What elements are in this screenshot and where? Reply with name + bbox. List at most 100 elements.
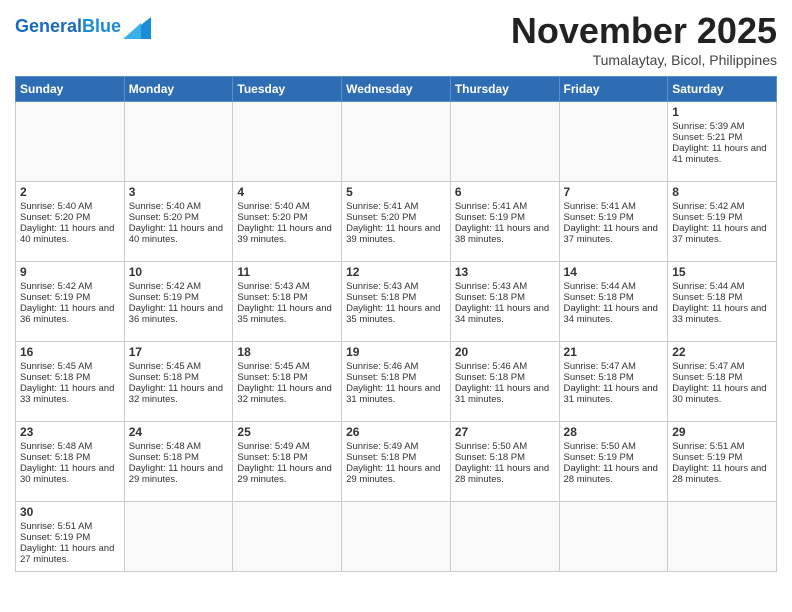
daylight-text: Daylight: 11 hours and 31 minutes. xyxy=(346,383,446,405)
calendar-week-row: 23Sunrise: 5:48 AMSunset: 5:18 PMDayligh… xyxy=(16,422,777,502)
weekday-header: Wednesday xyxy=(342,77,451,102)
sunrise-text: Sunrise: 5:45 AM xyxy=(129,361,229,372)
daylight-text: Daylight: 11 hours and 29 minutes. xyxy=(129,463,229,485)
sunrise-text: Sunrise: 5:44 AM xyxy=(672,281,772,292)
daylight-text: Daylight: 11 hours and 40 minutes. xyxy=(20,223,120,245)
day-number: 6 xyxy=(455,185,555,199)
daylight-text: Daylight: 11 hours and 31 minutes. xyxy=(564,383,664,405)
sunrise-text: Sunrise: 5:50 AM xyxy=(455,441,555,452)
weekday-header: Tuesday xyxy=(233,77,342,102)
daylight-text: Daylight: 11 hours and 35 minutes. xyxy=(237,303,337,325)
sunset-text: Sunset: 5:18 PM xyxy=(129,452,229,463)
day-number: 9 xyxy=(20,265,120,279)
day-number: 5 xyxy=(346,185,446,199)
daylight-text: Daylight: 11 hours and 39 minutes. xyxy=(237,223,337,245)
logo-icon xyxy=(123,17,151,39)
calendar-cell: 1Sunrise: 5:39 AMSunset: 5:21 PMDaylight… xyxy=(668,102,777,182)
sunrise-text: Sunrise: 5:48 AM xyxy=(20,441,120,452)
calendar-cell: 5Sunrise: 5:41 AMSunset: 5:20 PMDaylight… xyxy=(342,182,451,262)
daylight-text: Daylight: 11 hours and 27 minutes. xyxy=(20,543,120,565)
sunrise-text: Sunrise: 5:46 AM xyxy=(346,361,446,372)
day-number: 12 xyxy=(346,265,446,279)
daylight-text: Daylight: 11 hours and 36 minutes. xyxy=(20,303,120,325)
title-block: November 2025 Tumalaytay, Bicol, Philipp… xyxy=(511,10,777,68)
logo-text: GeneralBlue xyxy=(15,17,121,37)
calendar-cell: 26Sunrise: 5:49 AMSunset: 5:18 PMDayligh… xyxy=(342,422,451,502)
calendar-cell: 3Sunrise: 5:40 AMSunset: 5:20 PMDaylight… xyxy=(124,182,233,262)
calendar-cell: 11Sunrise: 5:43 AMSunset: 5:18 PMDayligh… xyxy=(233,262,342,342)
sunrise-text: Sunrise: 5:49 AM xyxy=(237,441,337,452)
calendar-cell: 15Sunrise: 5:44 AMSunset: 5:18 PMDayligh… xyxy=(668,262,777,342)
daylight-text: Daylight: 11 hours and 39 minutes. xyxy=(346,223,446,245)
daylight-text: Daylight: 11 hours and 29 minutes. xyxy=(346,463,446,485)
sunset-text: Sunset: 5:19 PM xyxy=(455,212,555,223)
day-number: 18 xyxy=(237,345,337,359)
day-number: 20 xyxy=(455,345,555,359)
sunset-text: Sunset: 5:18 PM xyxy=(672,372,772,383)
sunrise-text: Sunrise: 5:43 AM xyxy=(346,281,446,292)
location: Tumalaytay, Bicol, Philippines xyxy=(511,52,777,68)
calendar-cell: 6Sunrise: 5:41 AMSunset: 5:19 PMDaylight… xyxy=(450,182,559,262)
calendar-cell xyxy=(124,502,233,572)
daylight-text: Daylight: 11 hours and 30 minutes. xyxy=(20,463,120,485)
sunrise-text: Sunrise: 5:43 AM xyxy=(455,281,555,292)
day-number: 3 xyxy=(129,185,229,199)
sunrise-text: Sunrise: 5:47 AM xyxy=(672,361,772,372)
sunrise-text: Sunrise: 5:42 AM xyxy=(672,201,772,212)
calendar-cell xyxy=(668,502,777,572)
weekday-header: Thursday xyxy=(450,77,559,102)
calendar-week-row: 1Sunrise: 5:39 AMSunset: 5:21 PMDaylight… xyxy=(16,102,777,182)
calendar-cell: 8Sunrise: 5:42 AMSunset: 5:19 PMDaylight… xyxy=(668,182,777,262)
sunrise-text: Sunrise: 5:41 AM xyxy=(455,201,555,212)
sunrise-text: Sunrise: 5:41 AM xyxy=(564,201,664,212)
sunset-text: Sunset: 5:18 PM xyxy=(129,372,229,383)
sunrise-text: Sunrise: 5:45 AM xyxy=(237,361,337,372)
sunset-text: Sunset: 5:18 PM xyxy=(672,292,772,303)
daylight-text: Daylight: 11 hours and 40 minutes. xyxy=(129,223,229,245)
day-number: 11 xyxy=(237,265,337,279)
day-number: 22 xyxy=(672,345,772,359)
sunset-text: Sunset: 5:20 PM xyxy=(20,212,120,223)
day-number: 13 xyxy=(455,265,555,279)
logo-blue: Blue xyxy=(82,16,121,36)
day-number: 17 xyxy=(129,345,229,359)
calendar-cell: 13Sunrise: 5:43 AMSunset: 5:18 PMDayligh… xyxy=(450,262,559,342)
calendar-cell xyxy=(342,502,451,572)
calendar-cell xyxy=(559,502,668,572)
daylight-text: Daylight: 11 hours and 37 minutes. xyxy=(672,223,772,245)
calendar-cell: 10Sunrise: 5:42 AMSunset: 5:19 PMDayligh… xyxy=(124,262,233,342)
calendar-cell: 18Sunrise: 5:45 AMSunset: 5:18 PMDayligh… xyxy=(233,342,342,422)
daylight-text: Daylight: 11 hours and 41 minutes. xyxy=(672,143,772,165)
calendar-cell xyxy=(233,502,342,572)
sunrise-text: Sunrise: 5:42 AM xyxy=(20,281,120,292)
day-number: 4 xyxy=(237,185,337,199)
day-number: 2 xyxy=(20,185,120,199)
daylight-text: Daylight: 11 hours and 29 minutes. xyxy=(237,463,337,485)
sunset-text: Sunset: 5:18 PM xyxy=(237,292,337,303)
calendar-cell: 24Sunrise: 5:48 AMSunset: 5:18 PMDayligh… xyxy=(124,422,233,502)
daylight-text: Daylight: 11 hours and 34 minutes. xyxy=(455,303,555,325)
day-number: 26 xyxy=(346,425,446,439)
sunset-text: Sunset: 5:18 PM xyxy=(455,372,555,383)
day-number: 27 xyxy=(455,425,555,439)
calendar-week-row: 16Sunrise: 5:45 AMSunset: 5:18 PMDayligh… xyxy=(16,342,777,422)
sunset-text: Sunset: 5:18 PM xyxy=(237,452,337,463)
sunset-text: Sunset: 5:20 PM xyxy=(346,212,446,223)
sunset-text: Sunset: 5:19 PM xyxy=(672,452,772,463)
daylight-text: Daylight: 11 hours and 34 minutes. xyxy=(564,303,664,325)
logo-general: General xyxy=(15,16,82,36)
sunrise-text: Sunrise: 5:51 AM xyxy=(20,521,120,532)
day-number: 30 xyxy=(20,505,120,519)
sunset-text: Sunset: 5:19 PM xyxy=(20,532,120,543)
calendar-cell: 2 Sunrise: 5:40 AMSunset: 5:20 PMDaylight… xyxy=(16,182,125,262)
calendar-cell: 29Sunrise: 5:51 AMSunset: 5:19 PMDayligh… xyxy=(668,422,777,502)
header: GeneralBlue November 2025 Tumalaytay, Bi… xyxy=(15,10,777,68)
calendar-cell xyxy=(450,502,559,572)
sunset-text: Sunset: 5:18 PM xyxy=(455,452,555,463)
sunrise-text: Sunrise: 5:40 AM xyxy=(20,201,120,212)
calendar-cell: 20Sunrise: 5:46 AMSunset: 5:18 PMDayligh… xyxy=(450,342,559,422)
calendar-cell: 21Sunrise: 5:47 AMSunset: 5:18 PMDayligh… xyxy=(559,342,668,422)
daylight-text: Daylight: 11 hours and 32 minutes. xyxy=(237,383,337,405)
day-number: 19 xyxy=(346,345,446,359)
calendar-table: SundayMondayTuesdayWednesdayThursdayFrid… xyxy=(15,76,777,572)
